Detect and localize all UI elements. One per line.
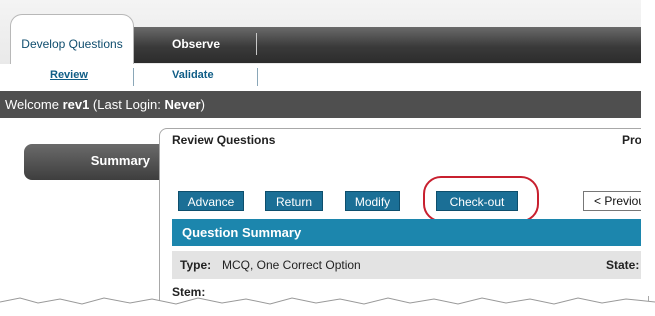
type-value: MCQ, One Correct Option bbox=[222, 258, 361, 272]
modify-button[interactable]: Modify bbox=[345, 191, 400, 211]
subnav-validate-link[interactable]: Validate bbox=[172, 69, 214, 81]
welcome-mid: (Last Login: bbox=[89, 97, 165, 112]
type-label: Type: bbox=[180, 258, 212, 272]
sidebar-item-summary-label: Summary bbox=[90, 153, 150, 168]
subnav-review-link[interactable]: Review bbox=[50, 69, 88, 81]
subnav-divider bbox=[133, 68, 134, 86]
tab-develop-questions[interactable]: Develop Questions bbox=[10, 14, 134, 64]
question-type-row: Type: MCQ, One Correct Option State: bbox=[172, 251, 641, 279]
sub-navigation: Review Validate bbox=[0, 64, 641, 91]
welcome-prefix: Welcome bbox=[5, 97, 63, 112]
welcome-bar: Welcome rev1 (Last Login: Never) bbox=[0, 91, 641, 118]
page-edge bbox=[641, 0, 655, 296]
torn-edge-decoration bbox=[0, 297, 655, 316]
tab-develop-questions-label: Develop Questions bbox=[21, 37, 123, 51]
state-label: State: bbox=[606, 258, 640, 272]
advance-button[interactable]: Advance bbox=[178, 191, 244, 211]
checkout-highlight-outline bbox=[423, 176, 539, 222]
panel-right-label: Pro bbox=[622, 133, 643, 147]
tab-divider bbox=[256, 33, 257, 55]
subnav-divider bbox=[257, 68, 258, 86]
tab-observe[interactable]: Observe bbox=[172, 37, 220, 51]
previous-button[interactable]: < Previous bbox=[583, 191, 645, 211]
welcome-suffix: ) bbox=[200, 97, 205, 112]
welcome-user: rev1 bbox=[62, 97, 90, 112]
page-title: Review Questions bbox=[172, 133, 276, 147]
return-button[interactable]: Return bbox=[265, 191, 323, 211]
last-login-value: Never bbox=[164, 97, 201, 112]
sidebar-item-summary[interactable]: Summary bbox=[24, 144, 162, 180]
question-summary-header: Question Summary bbox=[172, 219, 641, 246]
